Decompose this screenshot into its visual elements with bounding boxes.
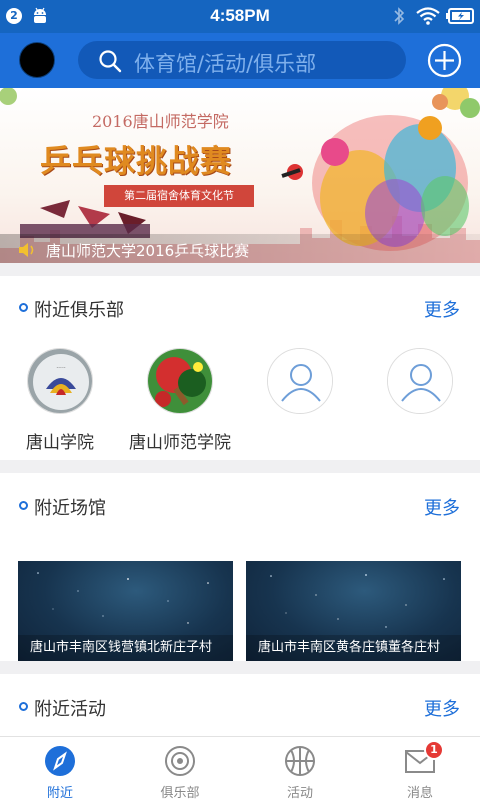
nearby-venues-section: 附近场馆 更多 唐山市丰南区钱营镇北新庄子村 唐山市丰南区黄各庄镇董各庄村 [0,473,480,661]
user-placeholder-icon [387,348,453,414]
target-icon [165,746,195,776]
section-dot-icon [19,303,28,312]
nearby-activities-section: 附近活动 更多 [0,674,480,736]
tab-clubs[interactable]: 俱乐部 [120,737,240,800]
section-dot-icon [19,501,28,510]
club-name: 唐山师范学院 [129,433,231,453]
bluetooth-icon [394,7,405,25]
club-item[interactable]: ····· 唐山学院 [4,348,116,453]
basketball-icon [285,746,315,776]
club-name: 唐山学院 [26,433,94,453]
tab-label: 消息 [406,786,433,800]
add-circle-icon[interactable] [427,43,462,78]
status-bar: 2 4:58PM [0,0,480,33]
venue-card[interactable]: 唐山市丰南区黄各庄镇董各庄村 [246,561,461,661]
user-avatar[interactable] [19,42,55,78]
more-venues-link[interactable]: 更多 [424,494,460,520]
compass-icon [45,746,75,776]
svg-text:·····: ····· [56,365,66,372]
section-title: 附近场馆 [34,498,106,519]
banner-caption: 唐山师范大学2016乒乓球比赛 [46,242,250,260]
message-count-badge: 1 [424,740,444,760]
ping-pong-image [147,348,213,414]
tab-label: 附近 [46,786,73,800]
promo-banner[interactable]: 2016唐山师范学院 乒乓球挑战赛 第二届宿舍体育文化节 唐山师范大学2016乒… [0,88,480,263]
app-header: 体育馆/活动/俱乐部 [0,33,480,88]
wifi-icon [416,7,440,25]
club-item[interactable] [244,348,356,448]
status-time: 4:58PM [210,6,270,25]
section-title: 附近活动 [34,699,106,720]
venue-card[interactable]: 唐山市丰南区钱营镇北新庄子村 [18,561,233,661]
search-icon [99,50,122,73]
venue-name: 唐山市丰南区钱营镇北新庄子村 [18,635,233,661]
tab-nearby[interactable]: 附近 [0,737,120,800]
section-dot-icon [19,702,28,711]
tab-label: 活动 [286,786,313,800]
banner-title: 乒乓球挑战赛 [40,144,232,180]
banner-university: 2016唐山师范学院 [92,112,229,131]
search-input[interactable]: 体育馆/活动/俱乐部 [78,41,406,79]
speaker-icon [19,243,34,257]
section-title: 附近俱乐部 [34,300,124,321]
bottom-tab-bar: 附近 俱乐部 活动 1 消息 [0,736,480,800]
more-clubs-link[interactable]: 更多 [424,296,460,322]
tab-label: 俱乐部 [160,786,200,800]
tab-activities[interactable]: 活动 [240,737,360,800]
nearby-clubs-section: 附近俱乐部 更多 ····· 唐山学院 唐山师范学院 [0,276,480,460]
search-placeholder: 体育馆/活动/俱乐部 [134,52,317,76]
more-activities-link[interactable]: 更多 [424,695,460,721]
user-placeholder-icon [267,348,333,414]
club-item[interactable] [364,348,476,448]
club-item[interactable]: 唐山师范学院 [124,348,236,453]
battery-charging-icon [446,8,474,24]
banner-ribbon: 第二届宿舍体育文化节 [104,185,254,207]
club-logo-image: ····· [27,348,93,414]
venue-name: 唐山市丰南区黄各庄镇董各庄村 [246,635,461,661]
tab-messages[interactable]: 1 消息 [360,737,480,800]
